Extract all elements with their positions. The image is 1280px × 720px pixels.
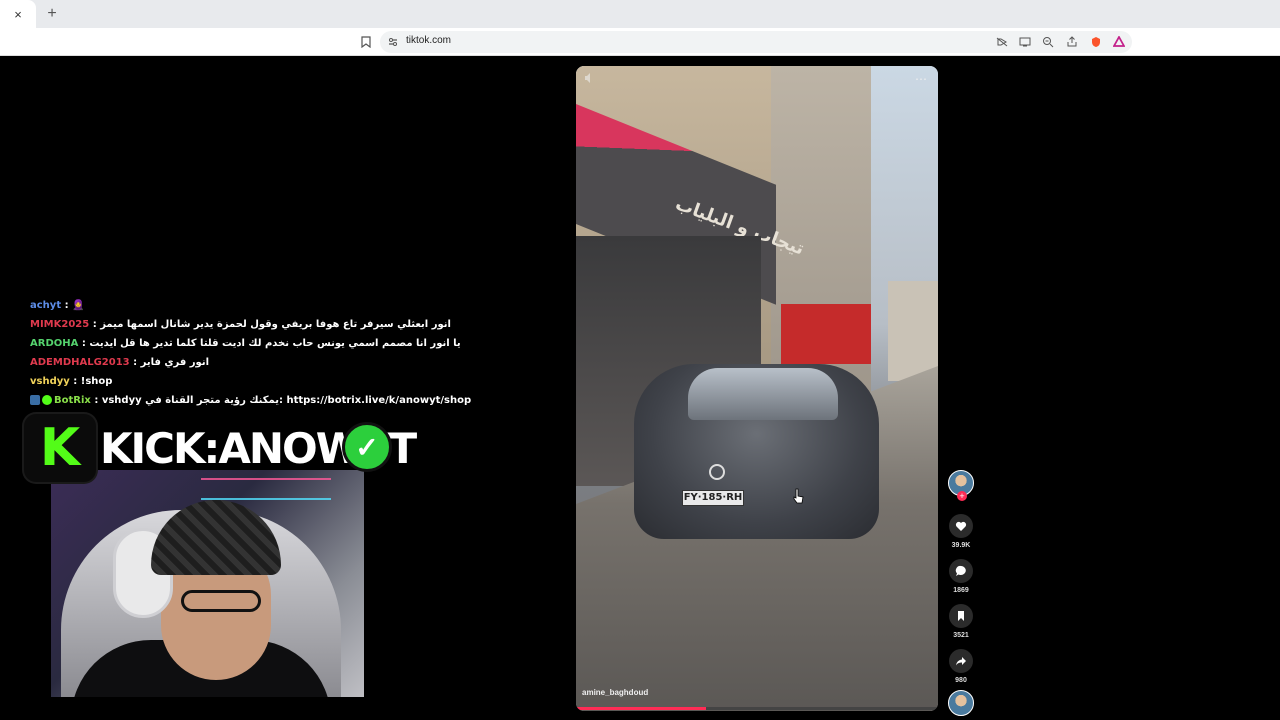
- building-far: [888, 281, 938, 381]
- save-count: 3521: [953, 632, 969, 639]
- chat-text: 🧕: [72, 300, 85, 311]
- chat-username: achyt: [30, 300, 62, 311]
- like-count: 39.9K: [951, 542, 971, 549]
- browser-toolbar: tiktok.com: [0, 28, 1280, 56]
- license-plate: FY·185·RH: [682, 490, 744, 506]
- chat-message: vshdyy : !shop: [30, 376, 113, 387]
- more-options-icon[interactable]: ⋯: [915, 72, 928, 86]
- site-settings-icon[interactable]: [385, 34, 401, 50]
- video-progress-fill: [576, 707, 707, 710]
- address-bar[interactable]: tiktok.com: [380, 31, 1132, 53]
- share-arrow-icon: [956, 657, 966, 666]
- video-username[interactable]: amine_baghdoud: [582, 688, 648, 697]
- verified-check-icon: ✓: [342, 422, 392, 472]
- sound-avatar[interactable]: [948, 690, 974, 716]
- video-player[interactable]: تيجاب و البلياب FY·185·RH ⋯ amine_baghdo…: [576, 66, 938, 711]
- neon-light: [201, 478, 331, 500]
- chat-username: MIMK2025: [30, 319, 90, 330]
- vw-logo: [709, 464, 725, 480]
- glasses: [181, 590, 261, 612]
- save-button[interactable]: [949, 604, 973, 628]
- chat-username: BotRix: [54, 395, 91, 406]
- comment-icon: [955, 565, 966, 576]
- share-icon[interactable]: [1064, 34, 1080, 50]
- share-button[interactable]: [949, 649, 973, 673]
- kick-logo: K: [24, 414, 96, 482]
- brave-shield-icon[interactable]: [1088, 34, 1104, 50]
- creator-avatar[interactable]: +: [948, 470, 974, 501]
- chat-text: انور فري فاير: [140, 357, 210, 368]
- chat-message: ARDOHA : يا انور انا مصمم اسمي يونس حاب …: [30, 338, 461, 349]
- car-windshield: [688, 368, 838, 420]
- video-progress-bar[interactable]: [576, 707, 938, 710]
- new-tab-button[interactable]: +: [42, 4, 62, 24]
- mouse-cursor-icon: [792, 488, 804, 504]
- chat-text: انور ابعثلي سيرفر تاع هوفا بريفي وقول لح…: [100, 319, 451, 330]
- kick-logo-letter: K: [39, 418, 81, 478]
- close-tab-button[interactable]: ×: [0, 0, 36, 28]
- video-actions: + 39.9K 1869 3521 980: [947, 470, 975, 716]
- bookmark-icon[interactable]: [358, 34, 374, 50]
- like-button[interactable]: [949, 514, 973, 538]
- red-storefront: [781, 304, 871, 364]
- chat-text: !shop: [80, 376, 113, 387]
- verified-badge-icon: [42, 395, 52, 405]
- ad-block-icon[interactable]: [994, 34, 1010, 50]
- bot-badge-icon: [30, 395, 40, 405]
- cast-icon[interactable]: [1017, 34, 1033, 50]
- chat-text: يا انور انا مصمم اسمي يونس حاب نخدم لك ا…: [89, 338, 461, 349]
- chat-message: MIMK2025 : انور ابعثلي سيرفر تاع هوفا بر…: [30, 319, 451, 330]
- chat-message: ADEMDHALG2013 : انور فري فاير: [30, 357, 210, 368]
- share-count: 980: [955, 677, 967, 684]
- chat-username: ARDOHA: [30, 338, 79, 349]
- url-text: tiktok.com: [406, 35, 452, 46]
- comment-button[interactable]: [949, 559, 973, 583]
- comment-count: 1869: [953, 587, 969, 594]
- heart-icon: [955, 521, 967, 531]
- mute-icon[interactable]: [584, 72, 598, 86]
- brave-rewards-icon[interactable]: [1111, 34, 1127, 50]
- bookmark-save-icon: [958, 611, 964, 621]
- streamer-webcam: [51, 470, 364, 697]
- tab-strip: × +: [0, 0, 1280, 28]
- chat-username: vshdyy: [30, 376, 70, 387]
- chat-text: vshdyy يمكنك رؤية متجر القناة في: https:…: [101, 395, 472, 406]
- chat-overlay: achyt : 🧕 MIMK2025 : انور ابعثلي سيرفر ت…: [30, 296, 471, 410]
- zoom-icon[interactable]: [1040, 34, 1056, 50]
- chat-message: BotRix : vshdyy يمكنك رؤية متجر القناة ف…: [30, 391, 471, 410]
- chat-message: achyt : 🧕: [30, 300, 85, 311]
- follow-plus-icon[interactable]: +: [957, 491, 967, 501]
- chat-username: ADEMDHALG2013: [30, 357, 130, 368]
